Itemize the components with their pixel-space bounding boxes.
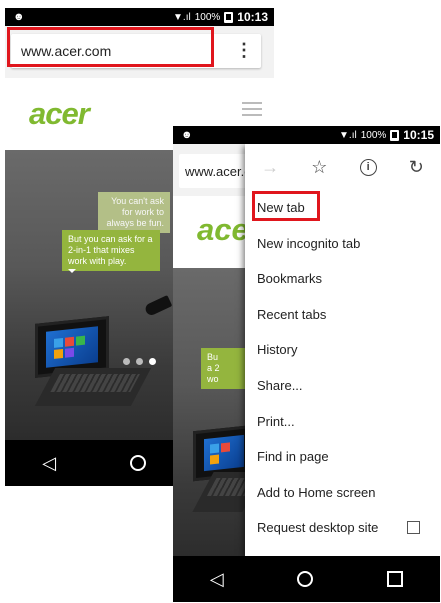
home-icon[interactable] xyxy=(130,455,147,471)
home-icon[interactable] xyxy=(297,571,314,587)
menu-item-find-in-page[interactable]: Find in page xyxy=(245,439,440,475)
status-bar: ☻ ▼.ıl 100% 10:15 xyxy=(173,126,440,144)
recents-icon[interactable] xyxy=(387,571,404,587)
menu-icon-row: → ☆ i ↻ xyxy=(245,144,440,190)
menu-item-add-to-home-screen[interactable]: Add to Home screen xyxy=(245,475,440,511)
wifi-signal-icon: ▼.ıl xyxy=(173,11,191,23)
menu-item-new-incognito-tab[interactable]: New incognito tab xyxy=(245,226,440,262)
carousel-dots[interactable] xyxy=(123,358,156,365)
android-icon: ☻ xyxy=(13,11,25,23)
battery-icon xyxy=(224,11,234,23)
menu-item-bookmarks[interactable]: Bookmarks xyxy=(245,261,440,297)
battery-percent: 100% xyxy=(360,129,387,141)
menu-item-request-desktop-site[interactable]: Request desktop site xyxy=(245,510,440,546)
battery-icon xyxy=(390,129,400,141)
android-nav-bar: ◁ xyxy=(173,556,440,602)
bookmark-star-icon[interactable]: ☆ xyxy=(311,157,327,178)
menu-item-settings[interactable]: Settings xyxy=(245,546,440,557)
phone-screen-2: ☻ ▼.ıl 100% 10:15 www.acer.c ace Bu a 2 … xyxy=(173,126,440,602)
refresh-icon[interactable]: ↻ xyxy=(409,157,424,178)
forward-icon[interactable]: → xyxy=(261,157,279,178)
laptop-keyboard xyxy=(34,368,152,406)
new-tab-highlight xyxy=(252,191,320,221)
menu-kebab-icon[interactable]: ⋮ xyxy=(235,40,253,61)
menu-item-label: Request desktop site xyxy=(257,520,379,536)
back-icon[interactable]: ◁ xyxy=(210,569,224,590)
android-icon: ☻ xyxy=(181,129,193,141)
acer-logo: acer xyxy=(29,96,90,131)
menu-item-recent-tabs[interactable]: Recent tabs xyxy=(245,297,440,333)
wifi-signal-icon: ▼.ıl xyxy=(339,129,357,141)
hamburger-menu-icon[interactable] xyxy=(242,102,262,120)
status-bar: ☻ ▼.ıl 100% 10:13 xyxy=(5,8,274,26)
desktop-site-checkbox[interactable] xyxy=(407,521,420,535)
speech-bubble: But you can ask for a 2-in-1 that mixes … xyxy=(62,230,160,273)
battery-percent: 100% xyxy=(194,11,221,23)
acer-logo: ace xyxy=(197,212,249,247)
menu-item-print[interactable]: Print... xyxy=(245,404,440,440)
info-icon[interactable]: i xyxy=(359,158,377,176)
back-icon[interactable]: ◁ xyxy=(42,453,56,474)
menu-item-share[interactable]: Share... xyxy=(245,368,440,404)
speech-bubble: You can't ask for work to always be fun. xyxy=(98,192,170,235)
shoe-image xyxy=(143,295,173,317)
address-bar-highlight xyxy=(7,27,214,67)
clock: 10:15 xyxy=(403,128,434,142)
address-bar-url: www.acer.c xyxy=(185,164,251,179)
clock: 10:13 xyxy=(237,10,268,24)
menu-item-history[interactable]: History xyxy=(245,332,440,368)
